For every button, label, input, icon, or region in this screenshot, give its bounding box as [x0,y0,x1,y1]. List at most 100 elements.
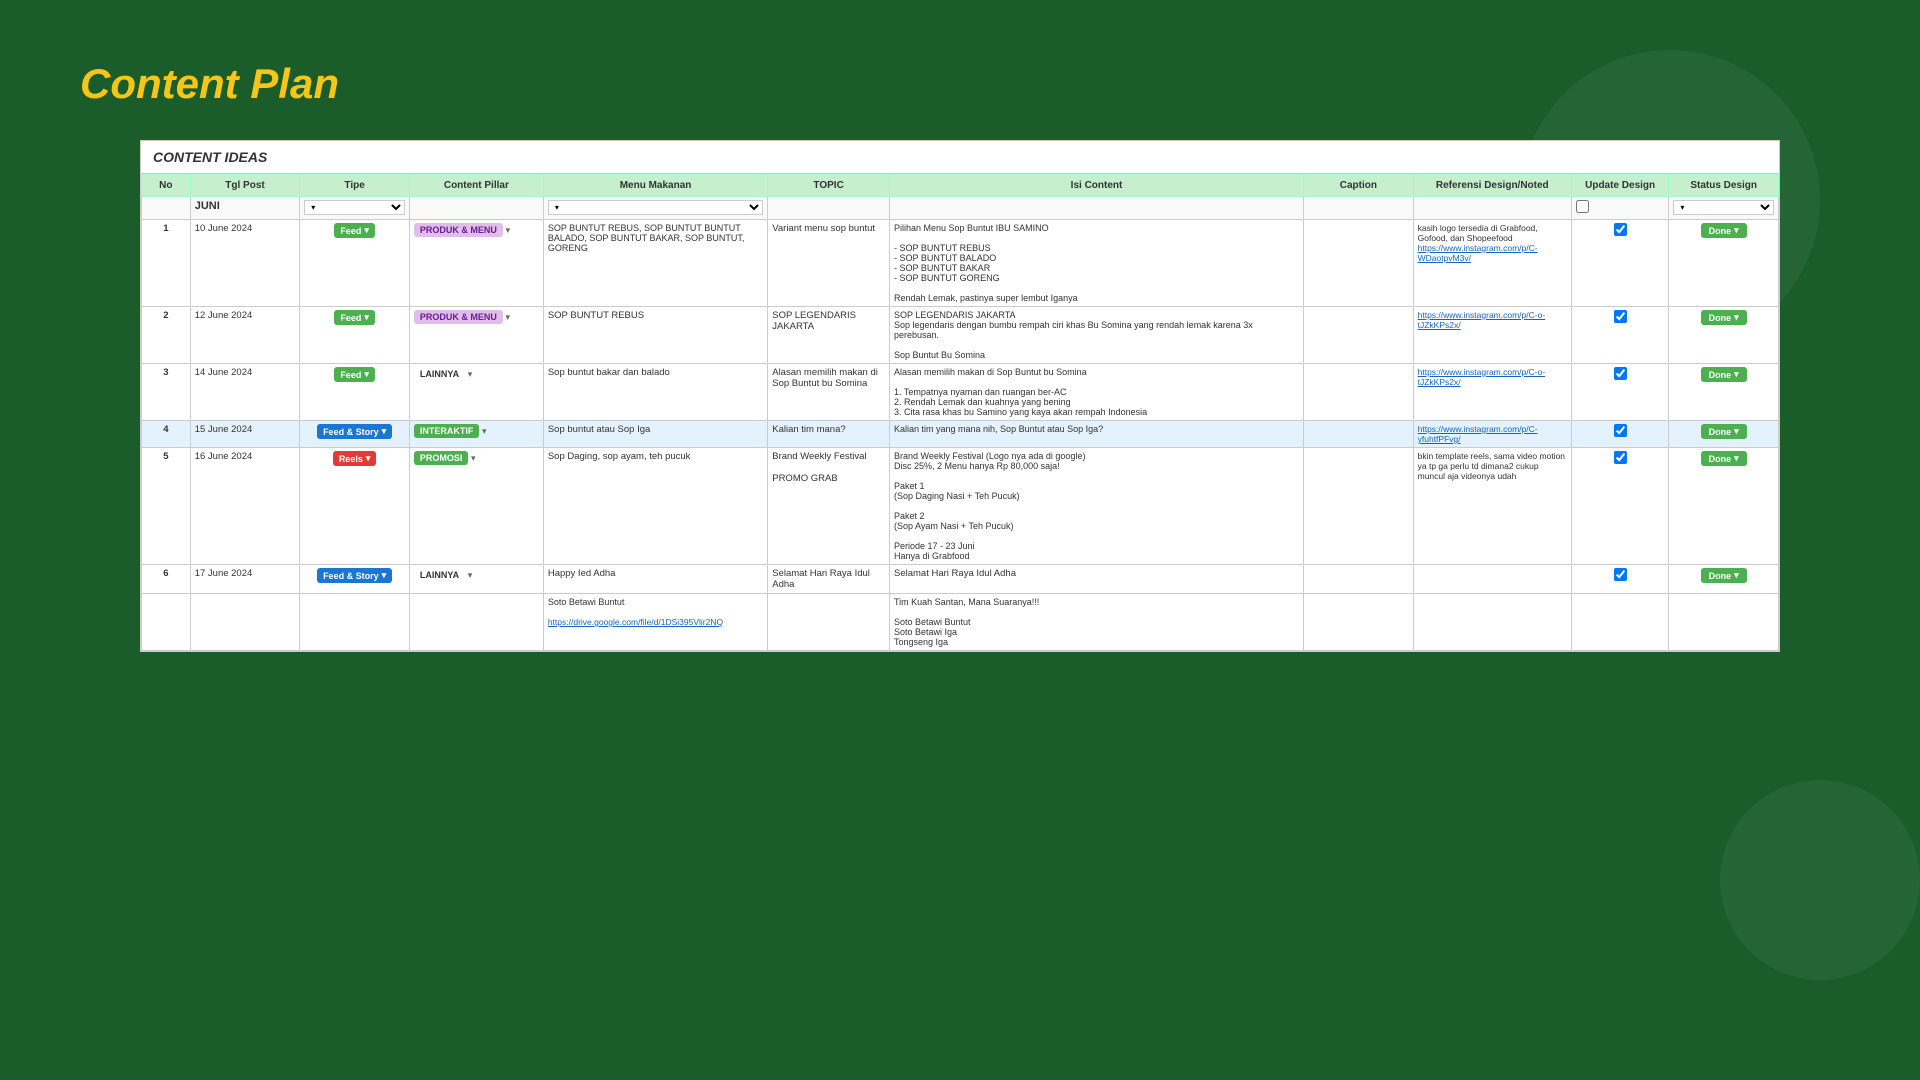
row2-status[interactable]: Done [1669,307,1779,364]
juni-tipe-select[interactable]: ▾ [300,197,410,220]
tipe-badge-feed[interactable]: Feed [334,223,375,238]
row1-tipe[interactable]: Feed [300,220,410,307]
row3-status[interactable]: Done [1669,364,1779,421]
row2-topic: SOP LEGENDARIS JAKARTA [768,307,890,364]
row5-status[interactable]: Done [1669,448,1779,565]
tipe-badge-feedstory4[interactable]: Feed & Story [317,424,392,439]
row1-caption [1304,220,1414,307]
pillar-arrow2[interactable]: ▾ [506,312,511,322]
table-row: 2 12 June 2024 Feed PRODUK & MENU ▾ SOP … [142,307,1779,364]
row7-menu: Soto Betawi Buntut https://drive.google.… [543,594,767,651]
pillar-promosi5: PROMOSI [414,451,469,465]
row2-caption [1304,307,1414,364]
row3-tipe[interactable]: Feed [300,364,410,421]
juni-caption [1304,197,1414,220]
juni-update-check[interactable] [1576,200,1589,213]
row7-menu-link[interactable]: https://drive.google.com/file/d/1DSi395V… [548,617,763,627]
row3-update-check[interactable] [1614,367,1627,380]
row5-status-done[interactable]: Done [1701,451,1747,466]
row4-update [1571,421,1668,448]
row4-ref-link[interactable]: https://www.instagram.com/p/C-yfuhtfPFvg… [1418,424,1567,444]
row2-ref-link[interactable]: https://www.instagram.com/p/C-o-tJZkKPs2… [1418,310,1567,330]
col-menu: Menu Makanan [543,175,767,197]
pillar-arrow5[interactable]: ▾ [471,453,476,463]
row6-update-check[interactable] [1614,568,1627,581]
tipe-badge-feed2[interactable]: Feed [334,310,375,325]
row5-no: 5 [142,448,191,565]
col-tgl: Tgl Post [190,175,300,197]
row6-isi: Selamat Hari Raya Idul Adha [890,565,1304,594]
tipe-badge-feedstory6[interactable]: Feed & Story [317,568,392,583]
row6-status[interactable]: Done [1669,565,1779,594]
row1-update-check[interactable] [1614,223,1627,236]
row5-menu: Sop Daging, sop ayam, teh pucuk [543,448,767,565]
col-caption: Caption [1304,175,1414,197]
row5-pillar: PROMOSI ▾ [409,448,543,565]
row6-tipe[interactable]: Feed & Story [300,565,410,594]
row4-status-done[interactable]: Done [1701,424,1747,439]
table-row: 1 10 June 2024 Feed PRODUK & MENU ▾ SOP … [142,220,1779,307]
juni-pillar [409,197,543,220]
row4-topic: Kalian tim mana? [768,421,890,448]
row5-update-check[interactable] [1614,451,1627,464]
row6-update [1571,565,1668,594]
row4-update-check[interactable] [1614,424,1627,437]
col-isi: Isi Content [890,175,1304,197]
row3-ref-link[interactable]: https://www.instagram.com/p/C-o-tJZkKPs2… [1418,367,1567,387]
row6-ref [1413,565,1571,594]
row5-caption [1304,448,1414,565]
pillar-arrow4[interactable]: ▾ [482,426,487,436]
row3-status-done[interactable]: Done [1701,367,1747,382]
row7-topic [768,594,890,651]
content-table: No Tgl Post Tipe Content Pillar Menu Mak… [141,174,1779,651]
row7-ref [1413,594,1571,651]
pillar-arrow3[interactable]: ▾ [468,369,473,379]
col-tipe: Tipe [300,175,410,197]
juni-topic [768,197,890,220]
row6-status-done[interactable]: Done [1701,568,1747,583]
row4-menu: Sop buntut atau Sop Iga [543,421,767,448]
juni-status[interactable]: ▾ [1669,197,1779,220]
row2-date: 12 June 2024 [190,307,300,364]
row2-update-check[interactable] [1614,310,1627,323]
juni-menu-select[interactable]: ▾ [543,197,767,220]
row1-isi: Pilihan Menu Sop Buntut IBU SAMINO - SOP… [890,220,1304,307]
table-row: 3 14 June 2024 Feed LAINNYA ▾ Sop buntut… [142,364,1779,421]
col-status: Status Design [1669,175,1779,197]
row7-menu-text: Soto Betawi Buntut [548,597,625,607]
row6-date: 17 June 2024 [190,565,300,594]
row2-status-done[interactable]: Done [1701,310,1747,325]
row7-caption [1304,594,1414,651]
juni-label: JUNI [190,197,300,220]
row4-tipe[interactable]: Feed & Story [300,421,410,448]
row4-status[interactable]: Done [1669,421,1779,448]
row1-status[interactable]: Done [1669,220,1779,307]
pillar-lainnya3: LAINNYA [414,367,465,381]
tipe-badge-feed3[interactable]: Feed [334,367,375,382]
row3-pillar: LAINNYA ▾ [409,364,543,421]
pillar-arrow[interactable]: ▾ [506,225,511,235]
row6-caption [1304,565,1414,594]
row3-caption [1304,364,1414,421]
row1-ref-link[interactable]: https://www.instagram.com/p/C-WDaotpvM3v… [1418,243,1567,263]
row4-date: 15 June 2024 [190,421,300,448]
juni-isi [890,197,1304,220]
row4-caption [1304,421,1414,448]
row4-ref: https://www.instagram.com/p/C-yfuhtfPFvg… [1413,421,1571,448]
row5-date: 16 June 2024 [190,448,300,565]
row1-date: 10 June 2024 [190,220,300,307]
row2-tipe[interactable]: Feed [300,307,410,364]
row4-isi: Kalian tim yang mana nih, Sop Buntut ata… [890,421,1304,448]
row7-status [1669,594,1779,651]
row1-status-done[interactable]: Done [1701,223,1747,238]
juni-ref [1413,197,1571,220]
content-plan-container: CONTENT IDEAS No Tgl Post Tipe Content P… [140,140,1780,652]
row7-tipe [300,594,410,651]
row3-ref: https://www.instagram.com/p/C-o-tJZkKPs2… [1413,364,1571,421]
row5-tipe[interactable]: Reels [300,448,410,565]
pillar-arrow6[interactable]: ▾ [468,570,473,580]
row6-topic: Selamat Hari Raya Idul Adha [768,565,890,594]
row6-menu: Happy Ied Adha [543,565,767,594]
tipe-badge-reels5[interactable]: Reels [333,451,377,466]
pillar-lainnya6: LAINNYA [414,568,465,582]
